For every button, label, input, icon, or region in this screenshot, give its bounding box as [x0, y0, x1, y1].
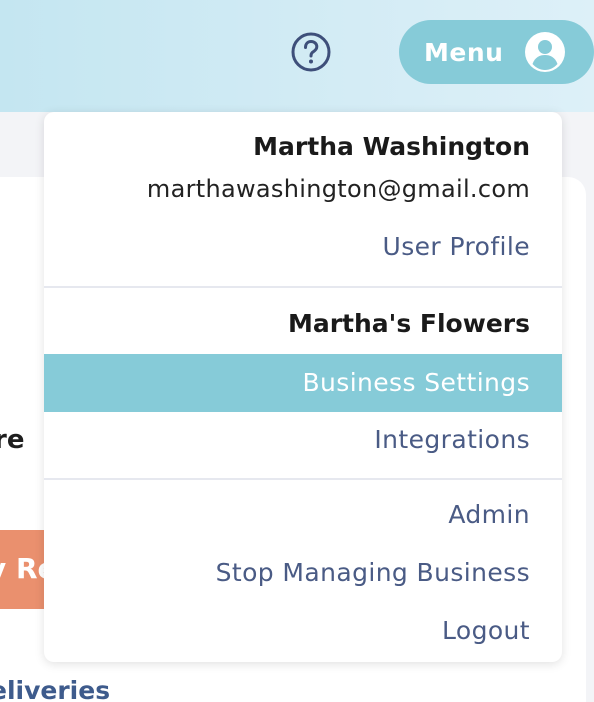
- user-menu-dropdown: Martha Washington marthawashington@gmail…: [44, 112, 562, 662]
- user-profile-link[interactable]: User Profile: [44, 232, 562, 261]
- divider: [44, 478, 562, 480]
- page: Menu re y Re eliveries Martha Washington…: [0, 0, 594, 702]
- background-deliveries-link[interactable]: eliveries: [0, 676, 110, 702]
- menu-button[interactable]: Menu: [399, 20, 594, 84]
- menu-button-label: Menu: [424, 37, 504, 67]
- divider: [44, 286, 562, 288]
- background-heading: re: [0, 425, 25, 455]
- top-header: Menu: [0, 0, 594, 112]
- background-orange-button[interactable]: y Re: [0, 530, 48, 609]
- integrations-link[interactable]: Integrations: [44, 425, 562, 454]
- stop-managing-business-link[interactable]: Stop Managing Business: [44, 558, 562, 587]
- business-name: Martha's Flowers: [287, 309, 530, 338]
- business-settings-link[interactable]: Business Settings: [44, 354, 562, 412]
- admin-link[interactable]: Admin: [44, 500, 562, 529]
- user-name: Martha Washington: [253, 132, 530, 161]
- question-circle-icon[interactable]: [290, 31, 332, 73]
- user-email: marthawashington@gmail.com: [146, 175, 530, 203]
- logout-link[interactable]: Logout: [44, 616, 562, 645]
- user-avatar-icon: [525, 32, 565, 72]
- background-orange-button-label: y Re: [0, 552, 48, 585]
